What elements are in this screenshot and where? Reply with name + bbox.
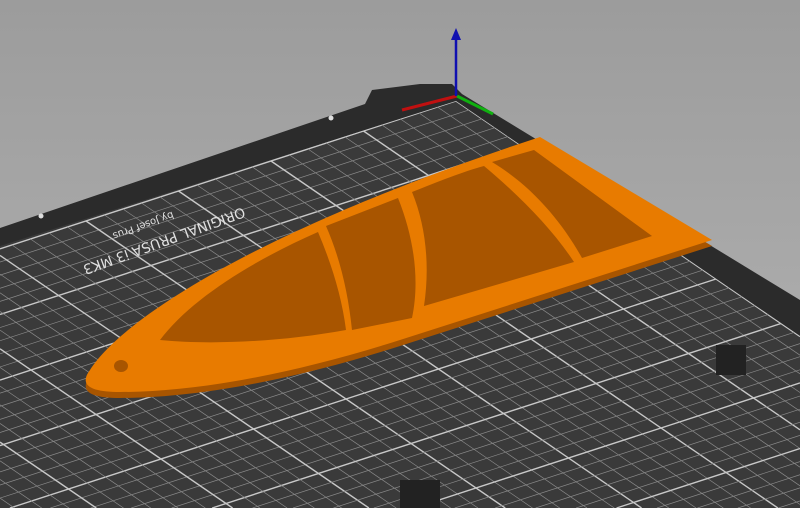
- bed-screw-hole: [38, 213, 44, 219]
- bed-mount: [400, 480, 440, 508]
- bed-screw-hole: [328, 115, 334, 121]
- 3d-viewport[interactable]: ORIGINAL PRUSA i3 MK3 by Josef Prus: [0, 0, 800, 508]
- bed-mount: [716, 345, 746, 375]
